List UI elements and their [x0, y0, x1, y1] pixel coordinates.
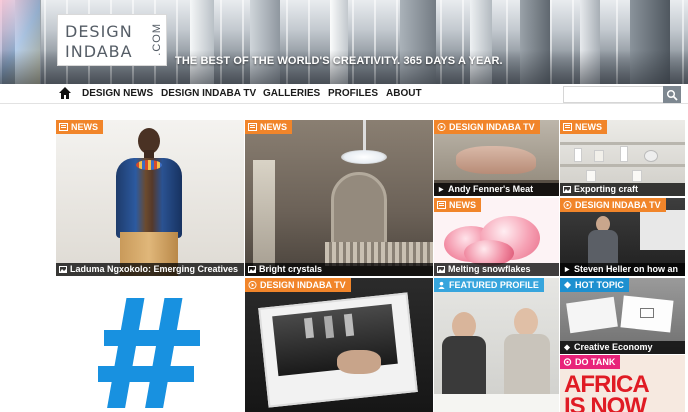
tile-melting-snowflakes[interactable]: NEWS Melting snowflakes	[434, 198, 559, 276]
news-icon	[248, 123, 257, 131]
home-icon[interactable]	[58, 86, 72, 100]
nav-item-galleries[interactable]: GALLERIES	[263, 88, 320, 99]
gallery-icon	[59, 266, 67, 273]
tile-badge: DESIGN INDABA TV	[560, 198, 666, 212]
play-icon	[563, 201, 572, 209]
tile-caption-text: Exporting craft	[574, 184, 639, 194]
tile-laduma-ngxokolo[interactable]: NEWS Laduma Ngxokolo: Emerging Creatives	[56, 120, 244, 276]
gallery-icon	[248, 266, 256, 273]
tile-caption-text: Steven Heller on how an	[574, 264, 679, 274]
tile-badge-label: NEWS	[260, 122, 287, 132]
tile-image	[56, 120, 244, 276]
tile-caption-text: Creative Economy	[574, 342, 653, 352]
site-logo[interactable]: DESIGN INDABA .COM	[57, 14, 167, 66]
tile-badge-label: DESIGN INDABA TV	[449, 122, 535, 132]
tile-badge: NEWS	[245, 120, 292, 134]
tile-caption-text: Bright crystals	[259, 264, 323, 274]
tile-caption-text: Melting snowflakes	[448, 264, 531, 274]
tile-creative-economy[interactable]: HOT TOPIC Creative Economy	[560, 278, 685, 354]
play-icon	[438, 186, 444, 193]
tile-exporting-craft[interactable]: NEWS Exporting craft	[560, 120, 685, 196]
tile-caption: Steven Heller on how an	[560, 263, 685, 276]
tile-steven-heller[interactable]: DESIGN INDABA TV Steven Heller on how an	[560, 198, 685, 276]
nav-item-profiles[interactable]: PROFILES	[328, 88, 378, 99]
logo-text-com: .COM	[151, 23, 163, 56]
tile-image	[245, 278, 433, 412]
tile-badge: HOT TOPIC	[560, 278, 629, 292]
tile-badge-label: FEATURED PROFILE	[449, 280, 539, 290]
tile-badge-label: DESIGN INDABA TV	[575, 200, 661, 210]
tile-badge-label: NEWS	[71, 122, 98, 132]
tile-image	[434, 278, 559, 412]
play-icon	[564, 266, 570, 273]
tile-caption: Andy Fenner's Meat	[434, 183, 559, 196]
tile-caption: Melting snowflakes	[434, 263, 559, 276]
do-tank-poster-line2: IS NOW	[564, 393, 647, 412]
nav-item-design-indaba-tv[interactable]: DESIGN INDABA TV	[161, 88, 256, 99]
tile-caption-text: Andy Fenner's Meat	[448, 184, 534, 194]
nav-item-about[interactable]: ABOUT	[386, 88, 422, 99]
tile-badge: NEWS	[56, 120, 103, 134]
gallery-icon	[563, 186, 571, 193]
tile-caption: Bright crystals	[245, 263, 433, 276]
logo-text-design: DESIGN	[65, 22, 133, 41]
tile-design-indaba-tv-record[interactable]: DESIGN INDABA TV	[245, 278, 433, 412]
do-tank-icon	[563, 358, 572, 366]
tile-badge-label: HOT TOPIC	[575, 280, 624, 290]
tile-badge: DESIGN INDABA TV	[434, 120, 540, 134]
news-icon	[563, 123, 572, 131]
gallery-icon	[437, 266, 445, 273]
tile-caption: Exporting craft	[560, 183, 685, 196]
tile-bright-crystals[interactable]: NEWS Bright crystals	[245, 120, 433, 276]
tile-badge-label: DO TANK	[575, 357, 616, 367]
profile-icon	[438, 281, 445, 289]
play-icon	[248, 281, 257, 289]
tile-featured-profile[interactable]: FEATURED PROFILE	[434, 278, 559, 412]
hot-topic-icon	[563, 344, 571, 351]
search-icon	[666, 89, 678, 101]
tile-badge: NEWS	[560, 120, 607, 134]
tile-badge-label: NEWS	[449, 200, 476, 210]
tile-caption: Laduma Ngxokolo: Emerging Creatives	[56, 263, 244, 276]
hot-topic-icon	[563, 281, 572, 289]
tile-caption: Creative Economy	[560, 341, 685, 354]
search-input[interactable]	[563, 86, 663, 103]
tile-andy-fenners-meat[interactable]: DESIGN INDABA TV Andy Fenner's Meat	[434, 120, 559, 196]
search-button[interactable]	[663, 86, 681, 103]
news-icon	[59, 123, 68, 131]
nav-item-design-news[interactable]: DESIGN NEWS	[82, 88, 153, 99]
tile-badge: DESIGN INDABA TV	[245, 278, 351, 292]
site-tagline: THE BEST OF THE WORLD'S CREATIVITY. 365 …	[175, 55, 503, 67]
tile-do-tank[interactable]: DO TANK AFRICA IS NOW	[560, 355, 685, 412]
tile-badge: FEATURED PROFILE	[434, 278, 544, 292]
hashtag-graphic	[98, 298, 200, 408]
header-banner: DESIGN INDABA .COM THE BEST OF THE WORLD…	[0, 0, 688, 84]
tile-caption-text: Laduma Ngxokolo: Emerging Creatives	[70, 264, 239, 274]
tile-badge: NEWS	[434, 198, 481, 212]
tile-badge-label: DESIGN INDABA TV	[260, 280, 346, 290]
tile-image	[245, 120, 433, 276]
logo-text-indaba: INDABA	[65, 42, 133, 61]
play-icon	[437, 123, 446, 131]
tile-badge-label: NEWS	[575, 122, 602, 132]
news-icon	[437, 201, 446, 209]
tile-badge: DO TANK	[560, 355, 621, 369]
tile-hashtag[interactable]: #	[56, 278, 244, 412]
